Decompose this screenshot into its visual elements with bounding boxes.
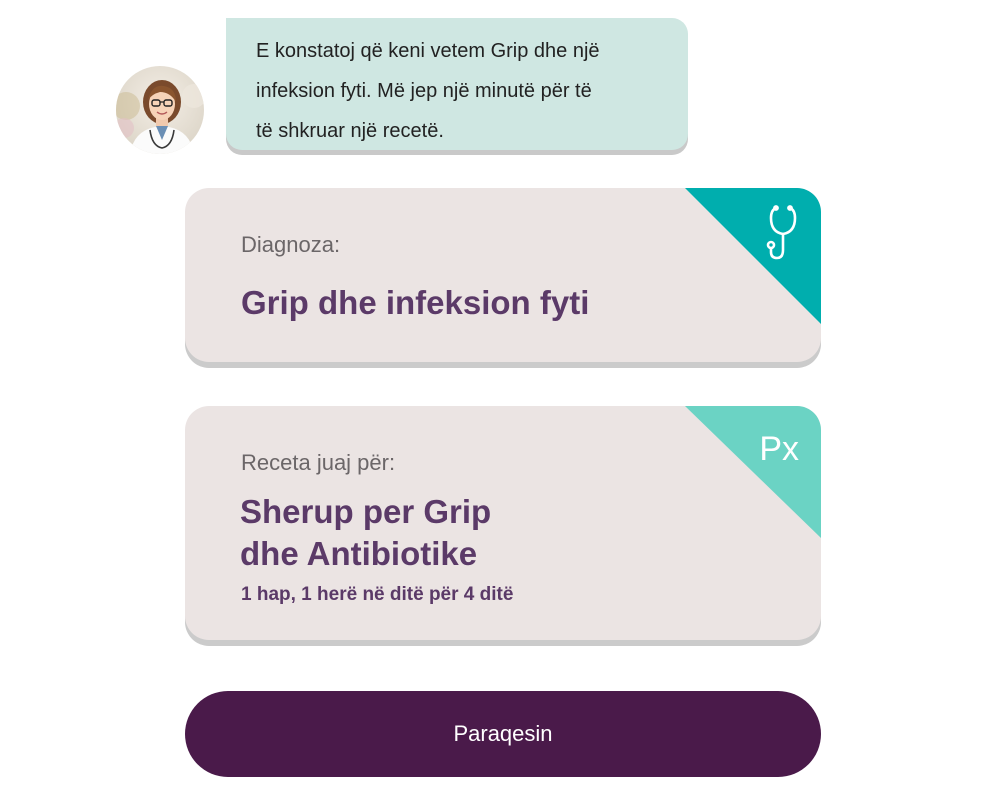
diagnosis-value: Grip dhe infeksion fyti bbox=[241, 284, 590, 321]
prescription-label: Receta juaj për: bbox=[241, 450, 396, 475]
prescription-title-line2: dhe Antibiotike bbox=[240, 535, 478, 572]
doctor-message-text: E konstatoj që keni vetem Grip dhe një i… bbox=[256, 40, 600, 142]
diagnosis-card: Diagnoza: Grip dhe infeksion fyti bbox=[185, 188, 821, 362]
prescription-chat-screen: E konstatoj që keni vetem Grip dhe një i… bbox=[0, 0, 1000, 800]
diagnosis-corner-badge bbox=[685, 188, 821, 324]
prescription-card: Px Receta juaj për: Sherup per Grip dhe … bbox=[185, 406, 821, 640]
submit-button[interactable]: Paraqesin bbox=[185, 691, 821, 777]
diagnosis-label: Diagnoza: bbox=[241, 232, 341, 257]
doctor-message-bubble: E konstatoj që keni vetem Grip dhe një i… bbox=[226, 18, 688, 150]
prescription-dosage: 1 hap, 1 herë në ditë për 4 ditë bbox=[241, 584, 514, 605]
px-badge-text: Px bbox=[759, 430, 799, 468]
doctor-avatar bbox=[116, 66, 204, 154]
prescription-title: Sherup per Grip dhe Antibiotike bbox=[240, 491, 491, 575]
prescription-corner-badge: Px bbox=[685, 406, 821, 538]
prescription-title-line1: Sherup per Grip bbox=[240, 493, 492, 530]
